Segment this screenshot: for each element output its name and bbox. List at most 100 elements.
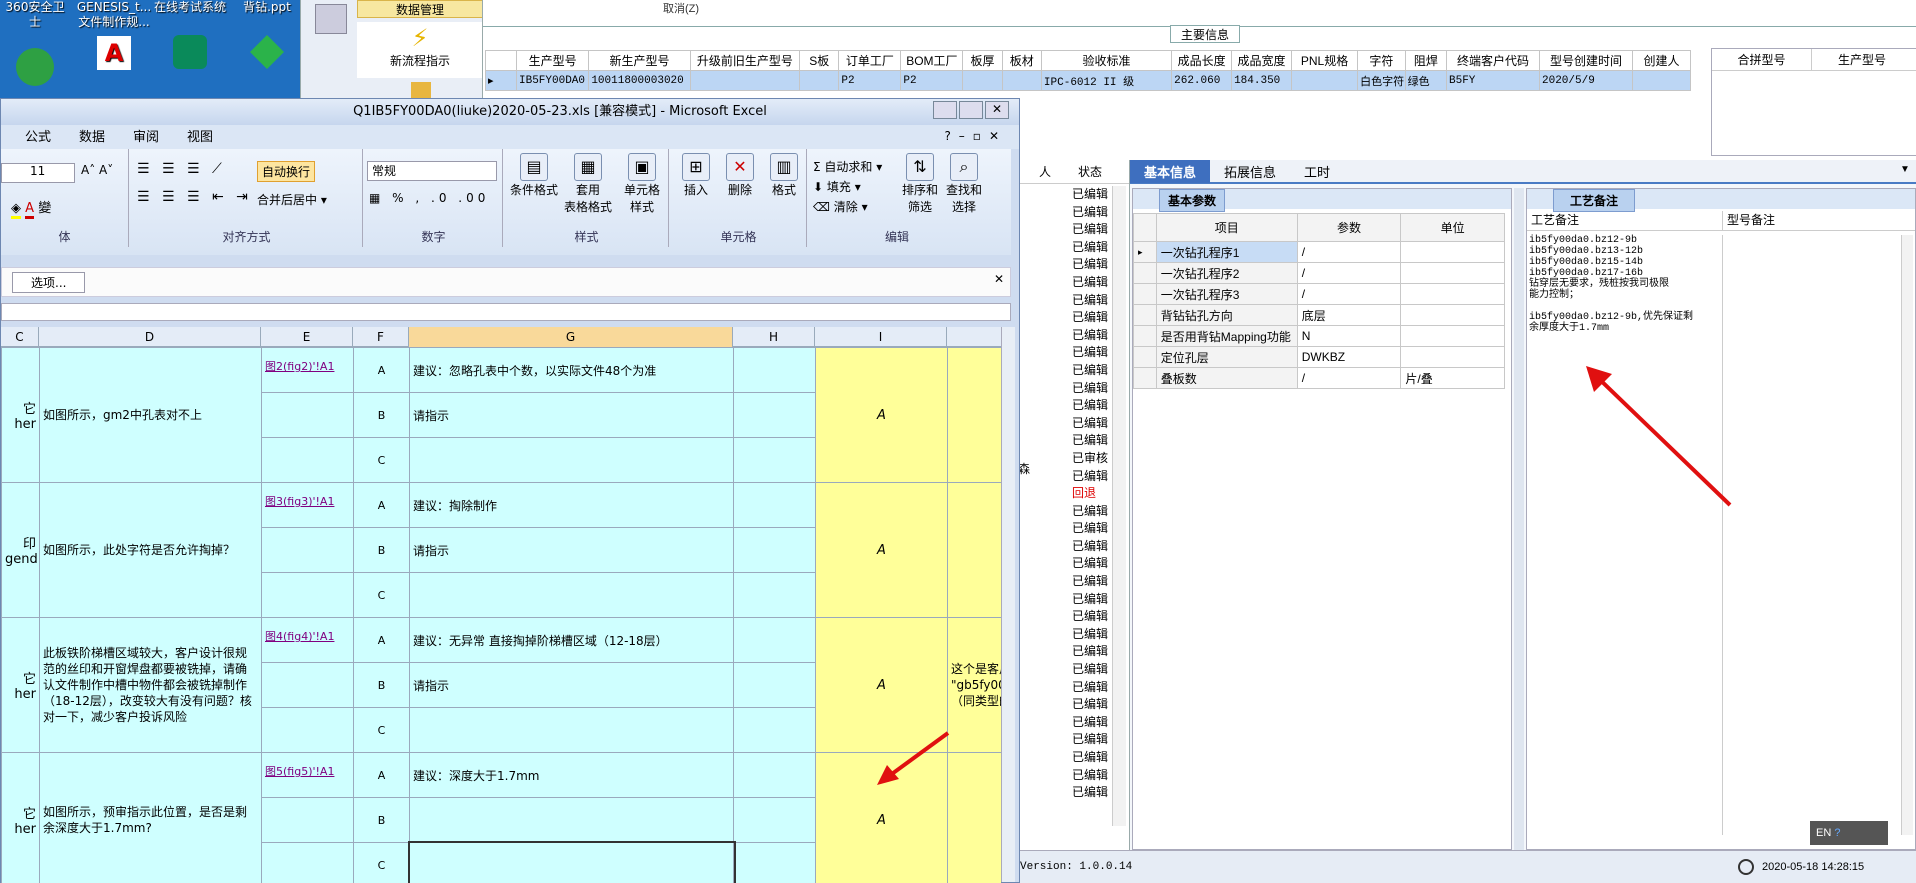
notes-scrollbar[interactable] xyxy=(1901,235,1913,835)
nav-new-flow[interactable]: ⚡ 新流程指示 xyxy=(357,22,483,78)
cell-remark[interactable] xyxy=(947,347,1001,483)
param-value[interactable]: DWKBZ xyxy=(1296,346,1402,368)
minimize-button[interactable] xyxy=(933,101,957,119)
cell-h[interactable] xyxy=(733,437,816,483)
cell-option-text[interactable]: 请指示 xyxy=(409,527,734,573)
cell-description[interactable]: 如图所示，gm2中孔表对不上 xyxy=(39,347,262,483)
delete-button[interactable]: ✕ 删除 xyxy=(719,153,761,198)
cell-link[interactable]: 图3(fig3)'!A1 xyxy=(261,482,354,528)
cell-h[interactable] xyxy=(733,617,816,663)
param-value[interactable]: / xyxy=(1296,262,1402,284)
cell-option-letter[interactable]: B xyxy=(353,527,410,573)
cell-empty[interactable] xyxy=(261,437,354,483)
cell-description[interactable]: 此板铁阶梯槽区域较大，客户设计很规范的丝印和开窗焊盘都要被铣掉，请确认文件制作中… xyxy=(39,617,262,753)
desktop-icon-pdf[interactable]: GENESIS_t... 文件制作规... A xyxy=(74,0,154,70)
format-button[interactable]: ▥ 格式 xyxy=(763,153,805,198)
cell-empty[interactable] xyxy=(261,392,354,438)
cell-description[interactable]: 如图所示，预审指示此位置，是否是剩余深度大于1.7mm? xyxy=(39,752,262,883)
number-format-icons[interactable]: ▦ % , .0 .00 xyxy=(369,191,489,205)
cell-h[interactable] xyxy=(733,347,816,393)
cell-option-letter[interactable]: B xyxy=(353,797,410,843)
cancel-button[interactable]: 取消(Z) xyxy=(663,0,699,16)
param-value[interactable]: 底层 xyxy=(1296,304,1402,326)
ribbon-tab-3[interactable]: 视图 xyxy=(187,126,213,150)
ribbon-tab-2[interactable]: 审阅 xyxy=(133,126,159,150)
tab-0[interactable]: 基本信息 xyxy=(1130,160,1211,183)
cell-option-letter[interactable]: A xyxy=(353,482,410,528)
wrap-text-button[interactable]: 自动换行 xyxy=(257,161,316,182)
number-format-select[interactable]: 常规 xyxy=(367,161,497,181)
font-grow-icon[interactable]: A˄ A˅ xyxy=(81,163,113,177)
align-left-icons[interactable]: ☰ ☰ ☰ ⇤ ⇥ xyxy=(137,189,252,205)
cell-answer[interactable]: A xyxy=(815,482,948,618)
process-notes-text[interactable]: ib5fy00da0.bz12-9b ib5fy00da0.bz13-12b i… xyxy=(1529,235,1723,835)
maximize-button[interactable] xyxy=(959,101,983,119)
column-header-I[interactable]: I xyxy=(815,327,947,347)
cell-option-letter[interactable]: A xyxy=(353,752,410,798)
cell-h[interactable] xyxy=(733,752,816,798)
chevron-down-icon[interactable]: ▼ xyxy=(1900,164,1910,175)
column-header-H[interactable]: H xyxy=(733,327,815,347)
cell-link[interactable]: 图2(fig2)'!A1 xyxy=(261,347,354,393)
param-value[interactable]: / xyxy=(1296,241,1402,263)
font-color-icon[interactable]: A xyxy=(25,201,35,219)
options-button[interactable]: 选项... xyxy=(12,272,86,293)
cell-option-text[interactable] xyxy=(409,572,734,618)
cell-option-letter[interactable]: A xyxy=(353,617,410,663)
param-row[interactable]: 一次钻孔程序2/ xyxy=(1133,262,1505,284)
cell-option-text[interactable] xyxy=(409,797,734,843)
cell-option-text[interactable] xyxy=(407,840,736,883)
cell-h[interactable] xyxy=(733,482,816,528)
ribbon-tab-1[interactable]: 数据 xyxy=(79,126,105,150)
cell-answer[interactable]: A xyxy=(815,347,948,483)
param-row[interactable]: ▸ 一次钻孔程序1/ xyxy=(1133,241,1505,263)
cell-empty[interactable] xyxy=(261,572,354,618)
autosum-button[interactable]: Σ 自动求和 ▾ xyxy=(813,157,882,177)
cell-option-text[interactable] xyxy=(409,707,734,753)
cell-option-letter[interactable]: C xyxy=(353,437,410,483)
param-row[interactable]: 叠板数 / 片/叠 xyxy=(1133,367,1505,389)
font-size-select[interactable]: 11 xyxy=(1,163,75,183)
tab-1[interactable]: 拓展信息 xyxy=(1210,160,1290,183)
param-row[interactable]: 定位孔层 DWKBZ xyxy=(1133,346,1505,368)
fill-button[interactable]: ⬇ 填充 ▾ xyxy=(813,177,882,197)
order-table-row[interactable]: ▸ IB5FY00DA0 10011800003020 P2 P2 IPC-6012 II… xyxy=(485,70,1691,91)
cell-h[interactable] xyxy=(733,797,816,843)
desktop-icon-ppt[interactable]: 背钻.ppt xyxy=(232,0,300,69)
cell-option-letter[interactable]: C xyxy=(353,707,410,753)
insert-button[interactable]: ⊞ 插入 xyxy=(675,153,717,198)
column-header-D[interactable]: D xyxy=(39,327,261,347)
cell-category[interactable]: 印 gend xyxy=(1,482,40,618)
cell-option-text[interactable] xyxy=(409,437,734,483)
cell-option-text[interactable]: 建议：深度大于1.7mm xyxy=(409,752,734,798)
cell-h[interactable] xyxy=(733,707,816,753)
param-row[interactable]: 是否用背钻Mapping功能 N xyxy=(1133,325,1505,347)
cell-option-text[interactable]: 建议：掏除制作 xyxy=(409,482,734,528)
param-value[interactable]: / xyxy=(1296,367,1402,389)
cell-empty[interactable] xyxy=(261,662,354,708)
param-row[interactable]: 一次钻孔程序3/ xyxy=(1133,283,1505,305)
cell-option-letter[interactable]: B xyxy=(353,392,410,438)
cell-option-letter[interactable]: B xyxy=(353,662,410,708)
cell-category[interactable]: 它 her xyxy=(1,617,40,753)
formula-bar[interactable] xyxy=(1,303,1011,321)
cell-link[interactable]: 图5(fig5)'!A1 xyxy=(261,752,354,798)
cell-category[interactable]: 它 her xyxy=(1,347,40,483)
merge-center-button[interactable]: 合并后居中 ▾ xyxy=(257,191,327,208)
fill-color-icon[interactable]: ◈ xyxy=(11,201,21,219)
cell-h[interactable] xyxy=(733,662,816,708)
phonetic-icon[interactable]: 變 xyxy=(38,201,51,216)
column-header-G[interactable]: G xyxy=(409,327,733,347)
sort-filter-button[interactable]: ⇅ 排序和 筛选 xyxy=(899,153,941,215)
cell-link[interactable]: 图4(fig4)'!A1 xyxy=(261,617,354,663)
param-value[interactable]: N xyxy=(1296,325,1402,347)
computer-icon[interactable] xyxy=(315,4,347,34)
ribbon-tab-0[interactable]: 公式 xyxy=(25,126,51,150)
cell-option-letter[interactable]: C xyxy=(353,842,410,883)
cell-empty[interactable] xyxy=(261,527,354,573)
param-row[interactable]: 背钻钻孔方向 底层 xyxy=(1133,304,1505,326)
cell-remark[interactable] xyxy=(947,752,1001,883)
cell-category[interactable]: 它 her xyxy=(1,752,40,883)
column-header-C[interactable]: C xyxy=(1,327,39,347)
cell-option-letter[interactable]: A xyxy=(353,347,410,393)
